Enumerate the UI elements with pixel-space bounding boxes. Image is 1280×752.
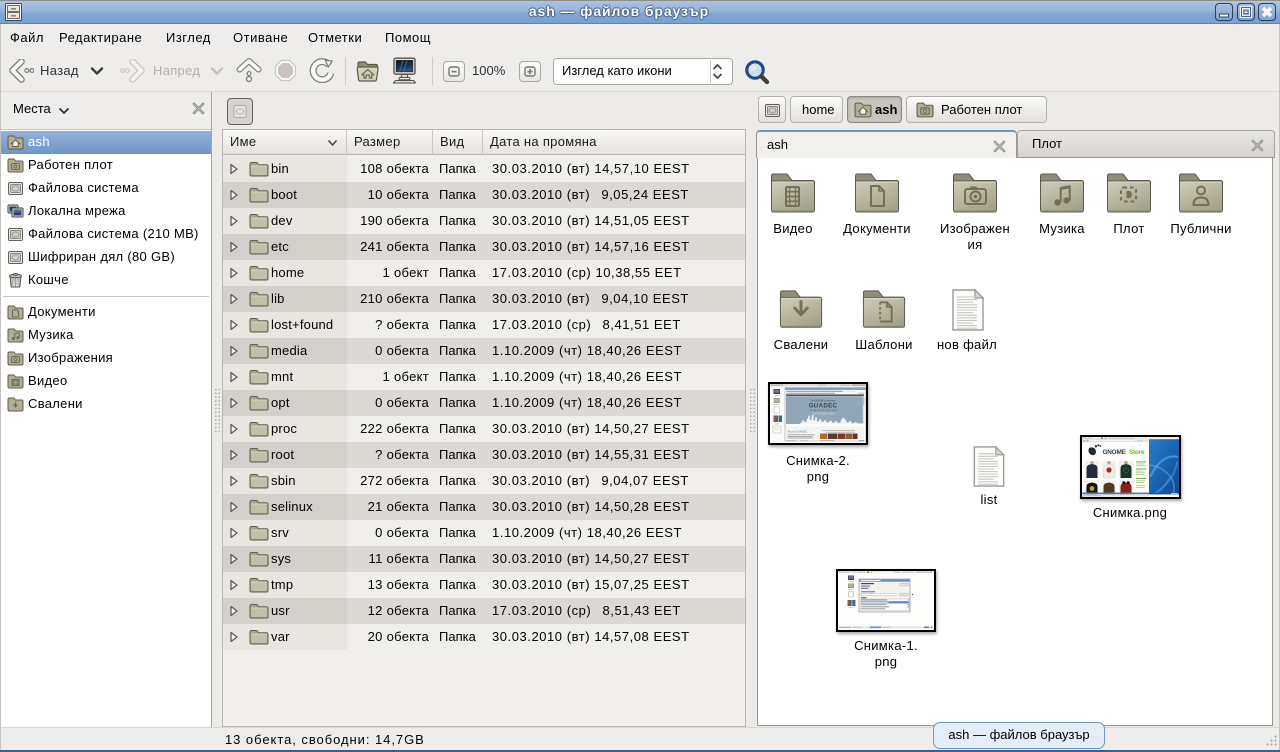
svg-text:About GUADEC: About GUADEC <box>788 430 808 434</box>
svg-text:GUADEC: GUADEC <box>809 403 838 410</box>
svg-text:Store: Store <box>1129 449 1145 456</box>
svg-text:July 24-30th, 2010: July 24-30th, 2010 <box>812 412 835 416</box>
svg-text:GNOME: GNOME <box>1103 449 1127 456</box>
svg-text:THE HAGUE, NETHERLANDS: THE HAGUE, NETHERLANDS <box>809 409 838 412</box>
